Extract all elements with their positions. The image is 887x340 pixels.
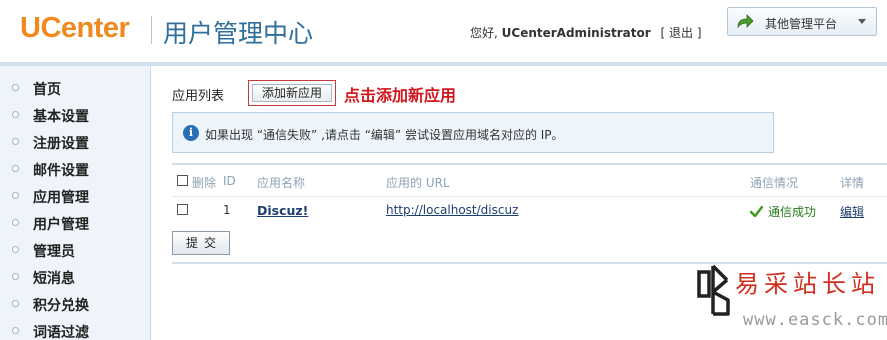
bullet-icon: [12, 192, 19, 199]
sidebar-item-label: 注册设置: [33, 136, 89, 152]
sidebar-item-messages[interactable]: 短消息: [0, 264, 150, 291]
column-header-detail: 详情: [840, 176, 865, 190]
bullet-icon: [12, 273, 19, 280]
submit-button[interactable]: 提交: [172, 231, 230, 255]
column-header-delete: 删除: [192, 176, 217, 190]
other-platforms-dropdown[interactable]: 其他管理平台: [727, 7, 877, 36]
user-greeting: 您好, UCenterAdministrator [ 退出 ]: [470, 24, 702, 41]
sidebar-item-label: 用户管理: [33, 217, 89, 233]
table-header-divider: [172, 196, 887, 197]
arrow-forward-icon: [737, 14, 754, 29]
add-app-button[interactable]: 添加新应用: [252, 84, 332, 102]
app-url-link[interactable]: http://localhost/discuz: [386, 203, 518, 217]
header: UCenter 用户管理中心 您好, UCenterAdministrator …: [0, 0, 887, 62]
sidebar: 首页 基本设置 注册设置 邮件设置 应用管理 用户管理 管理员 短消息 积分兑换…: [0, 66, 151, 340]
watermark-url: www.easck.com: [743, 310, 887, 330]
sidebar-item-label: 管理员: [33, 244, 75, 260]
bullet-icon: [12, 219, 19, 226]
logout-bracket-open: [: [660, 26, 666, 40]
app-name-link[interactable]: Discuz!: [257, 203, 308, 218]
bullet-icon: [12, 138, 19, 145]
page-title: 应用列表: [172, 89, 225, 104]
status-text: 通信成功: [768, 205, 817, 219]
logout-bracket-close: ]: [696, 26, 702, 40]
checkmark-icon: [750, 206, 763, 217]
sidebar-item-label: 词语过滤: [33, 325, 89, 340]
greeting-prefix: 您好,: [470, 26, 498, 40]
ucenter-logo[interactable]: UCenter: [20, 12, 130, 45]
sidebar-item-label: 基本设置: [33, 109, 89, 125]
watermark-text: 易采站长站: [735, 270, 880, 298]
column-header-status: 通信情况: [750, 176, 799, 190]
sidebar-item-label: 积分兑换: [33, 298, 89, 314]
watermark-logo-icon: [697, 264, 730, 316]
sidebar-item-user-management[interactable]: 用户管理: [0, 210, 150, 237]
status-cell: 通信成功: [750, 203, 816, 220]
logo-divider: [151, 16, 152, 44]
sidebar-item-app-management[interactable]: 应用管理: [0, 183, 150, 210]
logout-link[interactable]: 退出: [669, 26, 693, 40]
sidebar-item-label: 邮件设置: [33, 163, 89, 179]
sidebar-item-register-settings[interactable]: 注册设置: [0, 129, 150, 156]
sidebar-item-label: 首页: [33, 82, 61, 98]
column-header-url: 应用的 URL: [386, 176, 450, 190]
watermark: 易采站长站 www.easck.com: [693, 258, 887, 340]
column-header-name: 应用名称: [257, 176, 306, 190]
info-text: 如果出现 “通信失败” ,请点击 “编辑” 尝试设置应用域名对应的 IP。: [205, 128, 564, 142]
bullet-icon: [12, 300, 19, 307]
bullet-icon: [12, 327, 19, 334]
sidebar-item-mail-settings[interactable]: 邮件设置: [0, 156, 150, 183]
row-delete-checkbox[interactable]: [177, 204, 188, 215]
sidebar-item-credit-exchange[interactable]: 积分兑换: [0, 291, 150, 318]
row-id: 1: [223, 203, 231, 217]
bullet-icon: [12, 111, 19, 118]
bullet-icon: [12, 246, 19, 253]
sidebar-item-label: 短消息: [33, 271, 75, 287]
app-title: 用户管理中心: [163, 19, 314, 48]
info-notice: i 如果出现 “通信失败” ,请点击 “编辑” 尝试设置应用域名对应的 IP。: [172, 112, 774, 153]
add-app-button-highlight: 添加新应用: [248, 80, 336, 106]
sidebar-item-word-filter[interactable]: 词语过滤: [0, 318, 150, 340]
sidebar-item-administrators[interactable]: 管理员: [0, 237, 150, 264]
sidebar-item-home[interactable]: 首页: [0, 75, 150, 102]
sidebar-item-basic-settings[interactable]: 基本设置: [0, 102, 150, 129]
column-header-id: ID: [223, 174, 236, 188]
bullet-icon: [12, 84, 19, 91]
select-all-checkbox[interactable]: [177, 175, 188, 186]
info-icon: i: [183, 125, 199, 141]
table-top-border: [172, 163, 887, 165]
edit-link[interactable]: 编辑: [840, 203, 864, 220]
annotation-text: 点击添加新应用: [344, 86, 457, 105]
platform-label: 其他管理平台: [765, 17, 838, 31]
username: UCenterAdministrator: [501, 26, 651, 40]
bullet-icon: [12, 165, 19, 172]
chevron-down-icon: [858, 19, 866, 24]
page: UCenter 用户管理中心 您好, UCenterAdministrator …: [0, 0, 887, 340]
sidebar-item-label: 应用管理: [33, 190, 89, 206]
